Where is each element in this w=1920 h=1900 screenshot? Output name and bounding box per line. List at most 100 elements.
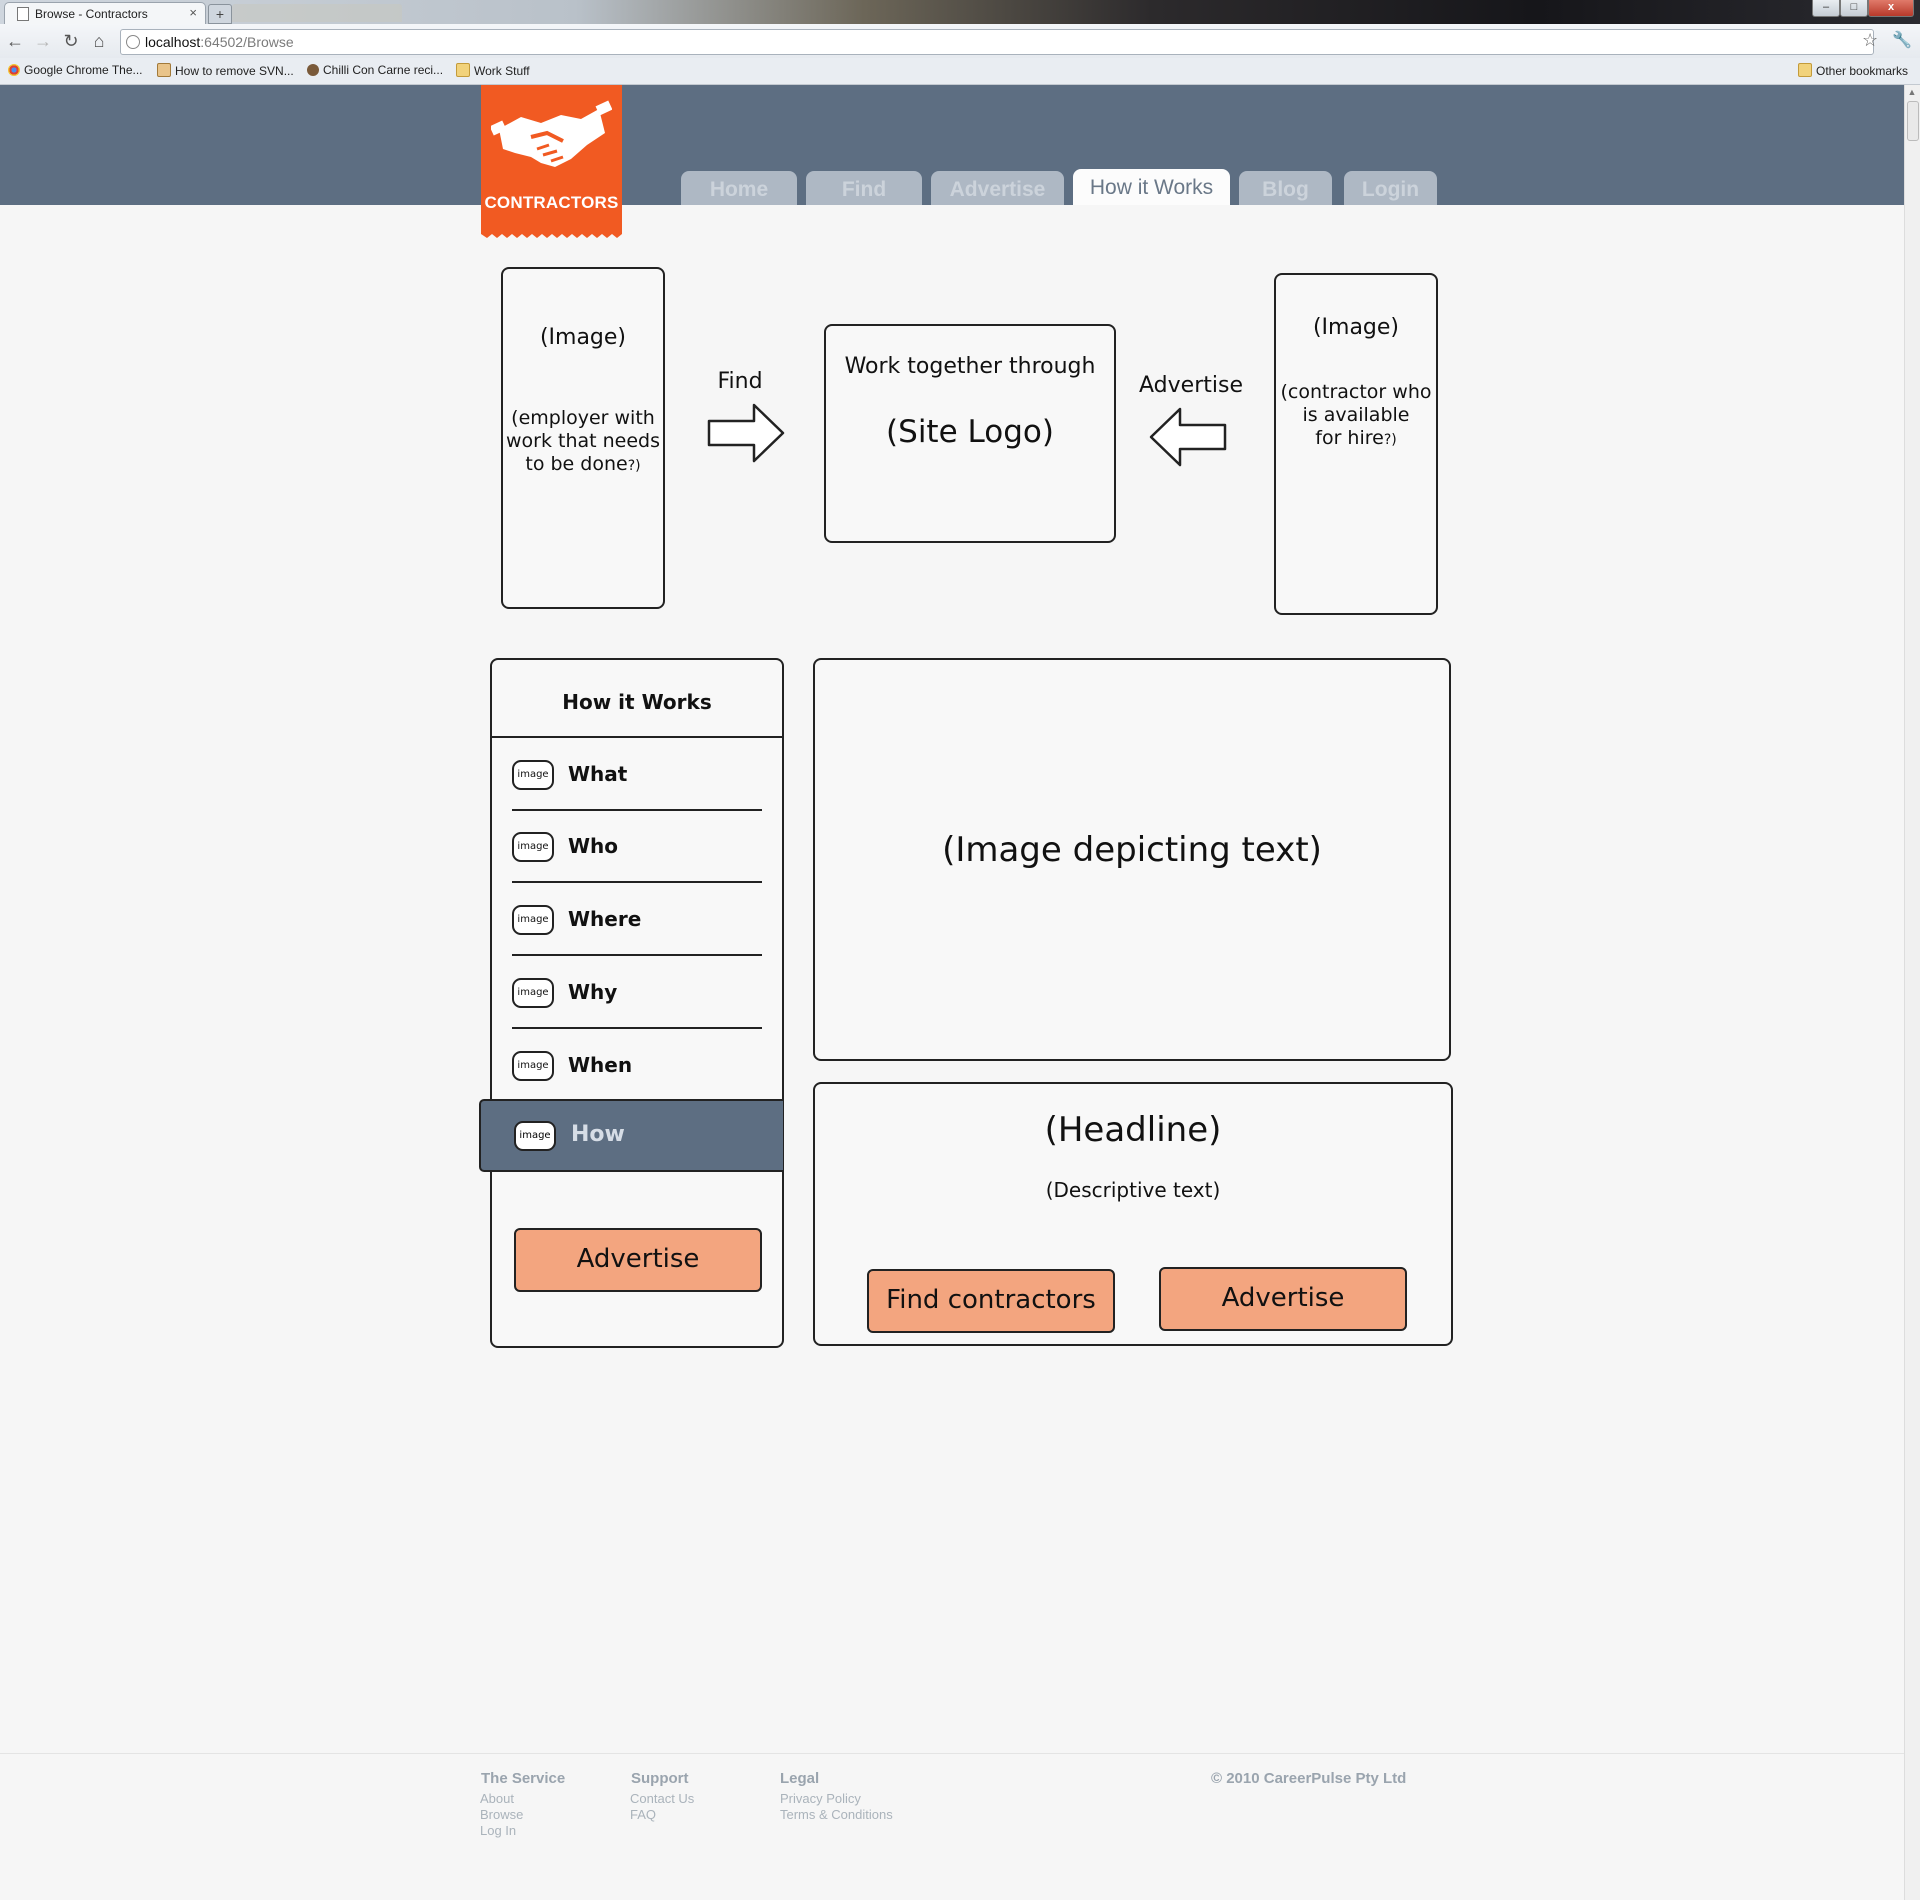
background-tab[interactable]: [232, 4, 402, 22]
folder-icon: [456, 63, 470, 77]
copyright-text: © 2010 CareerPulse Pty Ltd: [1211, 1770, 1407, 1787]
footer-link-privacy-policy[interactable]: Privacy Policy: [780, 1791, 861, 1806]
bookmark-item[interactable]: Google Chrome The...: [8, 63, 143, 77]
bookmark-label: Other bookmarks: [1816, 64, 1909, 78]
window-close-button[interactable]: x: [1868, 0, 1914, 17]
image-placeholder-text: (Image depicting text): [942, 830, 1322, 870]
bookmark-icon: [307, 64, 319, 76]
footer-link-log-in[interactable]: Log In: [480, 1823, 516, 1838]
footer-link-terms[interactable]: Terms & Conditions: [780, 1807, 893, 1822]
tab-title: Browse - Contractors: [35, 7, 148, 21]
nav-tab-home[interactable]: Home: [681, 171, 797, 205]
item-label: Why: [568, 980, 618, 1004]
caption-line: for hire?): [1276, 427, 1436, 452]
chrome-icon: [8, 64, 20, 76]
site-logo[interactable]: CONTRACTORS: [481, 85, 622, 233]
caption-suffix: ?): [627, 458, 641, 474]
headline: (Headline): [1044, 1110, 1222, 1150]
page-info-icon[interactable]: [126, 35, 140, 49]
image-placeholder-icon: image: [512, 1051, 554, 1081]
image-depicting-text-placeholder: (Image depicting text): [813, 658, 1451, 1061]
reload-icon[interactable]: ↻: [60, 30, 82, 52]
nav-tab-blog[interactable]: Blog: [1239, 171, 1332, 205]
wrench-icon[interactable]: 🔧: [1892, 30, 1912, 50]
home-icon[interactable]: ⌂: [88, 30, 110, 52]
bookmarks-bar: Google Chrome The... How to remove SVN..…: [0, 58, 1920, 85]
right-arrow-icon: [707, 403, 785, 463]
item-label: Who: [568, 834, 619, 858]
close-tab-icon[interactable]: ×: [189, 5, 197, 20]
site-logo-placeholder: Work together through (Site Logo): [824, 324, 1116, 543]
bookmark-item[interactable]: Chilli Con Carne reci...: [307, 63, 443, 77]
page-scrollbar[interactable]: [1904, 85, 1920, 1900]
scrollbar-thumb[interactable]: [1907, 101, 1919, 141]
advertise-button[interactable]: Advertise: [1159, 1267, 1407, 1331]
image-caption: (employer with work that needs to be don…: [503, 407, 663, 478]
image-placeholder-icon: image: [512, 978, 554, 1008]
caption-line: to be done?): [503, 453, 663, 478]
nav-tab-advertise[interactable]: Advertise: [931, 171, 1064, 205]
minimize-button[interactable]: –: [1812, 0, 1840, 17]
find-label: Find: [717, 369, 763, 394]
folder-icon: [1798, 63, 1812, 77]
new-tab-button[interactable]: +: [208, 4, 232, 24]
bookmark-item[interactable]: How to remove SVN...: [157, 63, 294, 78]
url-path: :64502/Browse: [200, 34, 294, 50]
nav-tab-how-it-works[interactable]: How it Works: [1073, 169, 1230, 205]
address-bar[interactable]: localhost:64502/Browse: [120, 29, 1874, 55]
image-placeholder-icon: image: [512, 832, 554, 862]
footer-heading-support: Support: [631, 1770, 689, 1787]
sidebar-advertise-button[interactable]: Advertise: [514, 1228, 762, 1292]
forward-arrow-icon[interactable]: →: [32, 30, 54, 52]
caption-line: work that needs: [505, 430, 661, 452]
document-icon: [17, 7, 29, 21]
other-bookmarks[interactable]: Other bookmarks: [1798, 63, 1908, 78]
left-arrow-icon: [1149, 407, 1227, 467]
page-icon: [157, 63, 171, 77]
nav-tab-login[interactable]: Login: [1344, 171, 1437, 205]
footer-link-about[interactable]: About: [480, 1791, 514, 1806]
find-contractors-button[interactable]: Find contractors: [867, 1269, 1115, 1333]
how-item-why[interactable]: image Why: [492, 956, 784, 1029]
footer-link-faq[interactable]: FAQ: [630, 1807, 656, 1822]
nav-tab-find[interactable]: Find: [806, 171, 922, 205]
contractor-image-placeholder: (Image) (contractor who is available for…: [1274, 273, 1438, 615]
url-text[interactable]: localhost:64502/Browse: [145, 34, 294, 50]
item-label: When: [568, 1053, 633, 1077]
site-logo-text: (Site Logo): [886, 414, 1054, 450]
bookmark-label: Work Stuff: [474, 64, 530, 78]
footer-link-contact-us[interactable]: Contact Us: [630, 1791, 694, 1806]
bookmark-label: How to remove SVN...: [175, 64, 294, 78]
image-caption: (contractor who is available for hire?): [1276, 381, 1436, 452]
image-placeholder-icon: image: [512, 905, 554, 935]
browser-tab[interactable]: Browse - Contractors ×: [4, 2, 206, 25]
bookmark-label: Chilli Con Carne reci...: [323, 63, 444, 77]
how-item-what[interactable]: image What: [492, 738, 784, 811]
image-placeholder-icon: image: [514, 1121, 556, 1151]
how-item-when[interactable]: image When: [492, 1029, 784, 1101]
scroll-up-arrow-icon[interactable]: ▲: [1904, 85, 1920, 99]
caption-line: (contractor who: [1280, 381, 1432, 403]
image-placeholder-icon: image: [512, 760, 554, 790]
caption-line: is available: [1302, 404, 1410, 426]
bookmark-folder[interactable]: Work Stuff: [456, 63, 530, 78]
image-title: (Image): [1312, 315, 1400, 340]
footer-heading-legal: Legal: [780, 1770, 820, 1787]
how-item-who[interactable]: image Who: [492, 810, 784, 883]
back-arrow-icon[interactable]: ←: [4, 30, 26, 52]
logo-ribbon-edge: [481, 230, 622, 238]
item-label: What: [568, 762, 628, 786]
bookmark-star-icon[interactable]: ☆: [1862, 30, 1878, 51]
how-item-how[interactable]: image How: [479, 1099, 783, 1172]
caption-line: (employer with: [511, 407, 655, 429]
panel-title: How it Works: [562, 690, 712, 714]
footer-heading-service: The Service: [481, 1770, 566, 1787]
logo-text: CONTRACTORS: [484, 193, 619, 212]
advertise-label: Advertise: [1139, 373, 1243, 398]
footer-divider: [0, 1753, 1904, 1754]
footer-link-browse[interactable]: Browse: [480, 1807, 523, 1822]
maximize-button[interactable]: □: [1840, 0, 1868, 17]
url-host: localhost: [145, 34, 201, 50]
handshake-icon: [491, 100, 612, 167]
how-item-where[interactable]: image Where: [492, 883, 784, 956]
